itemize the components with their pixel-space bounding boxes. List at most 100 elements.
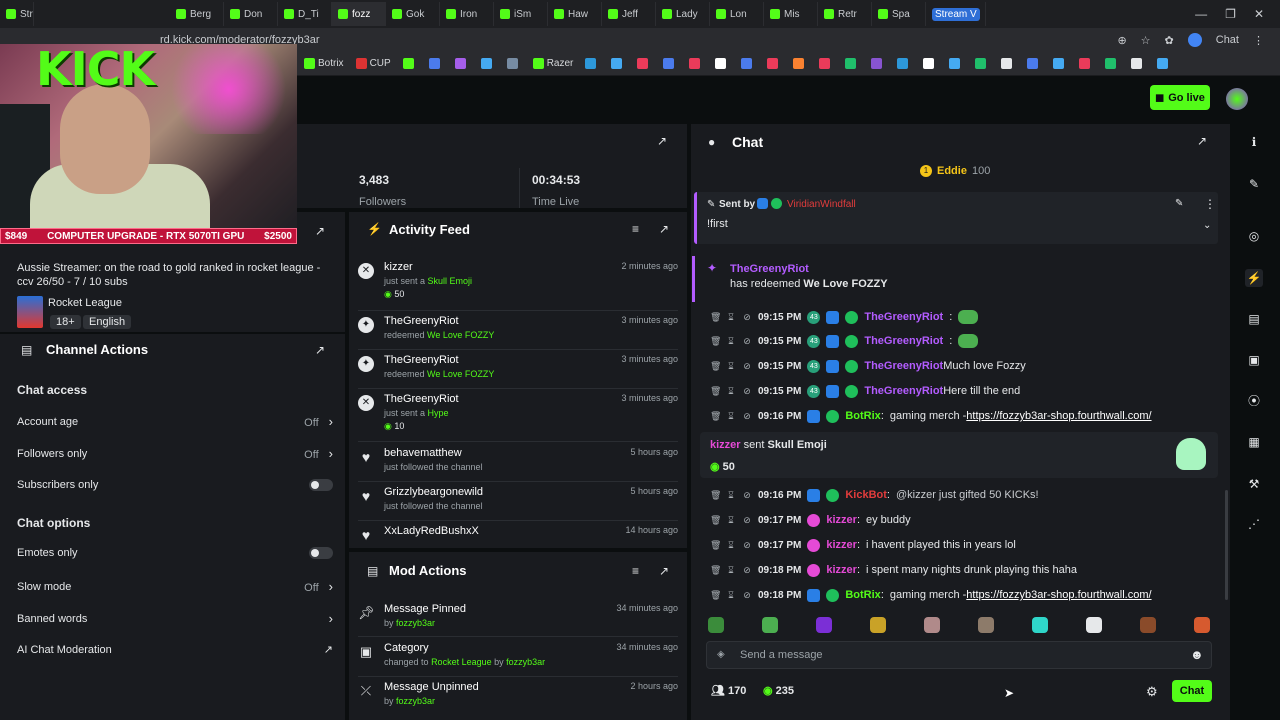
ban-icon[interactable]: ⊘ (742, 312, 752, 323)
bookmark-icon[interactable] (923, 58, 935, 69)
activity-user[interactable]: TheGreenyRiot (384, 315, 459, 327)
timeout-icon[interactable]: ⌛︎ (726, 312, 736, 323)
ban-icon[interactable]: ⊘ (742, 336, 752, 347)
delete-icon[interactable]: 🗑︎ (710, 565, 721, 576)
bookmark-icon[interactable] (715, 58, 727, 69)
timeout-icon[interactable]: ⌛︎ (726, 336, 736, 347)
emote-icon[interactable] (762, 617, 778, 633)
pinned-message[interactable]: ✎ Sent by ViridianWindfall !first ✎ ⋮ ⌄ (694, 192, 1218, 244)
bookmark-icon[interactable] (585, 58, 597, 69)
go-live-button[interactable]: ◼ Go live (1150, 85, 1210, 110)
message-user[interactable]: kizzer (826, 514, 857, 526)
message-user[interactable]: TheGreenyRiot (864, 385, 943, 397)
bookmark-icon[interactable] (819, 58, 831, 69)
delete-icon[interactable]: 🗑︎ (710, 515, 721, 526)
browser-tab[interactable]: Stream V (926, 2, 986, 26)
message-user[interactable]: kizzer (826, 564, 857, 576)
timeout-icon[interactable]: ⌛︎ (726, 361, 736, 372)
unpin-icon[interactable]: ✎ (1175, 198, 1183, 209)
emote-icon[interactable] (1194, 617, 1210, 633)
timeout-icon[interactable]: ⌛︎ (726, 386, 736, 397)
chat-input-box[interactable]: ◈ Send a message ☻ (706, 641, 1212, 669)
bookmark-icon[interactable] (480, 58, 492, 69)
bookmark-icon[interactable] (689, 58, 701, 69)
message-user[interactable]: BotRix (845, 589, 880, 601)
delete-icon[interactable]: 🗑︎ (710, 312, 721, 323)
tag-mature[interactable]: 18+ (50, 315, 81, 329)
redeem-user[interactable]: TheGreenyRiot (730, 263, 809, 275)
banned-words-row[interactable]: Banned words › (17, 611, 333, 626)
bookmark[interactable]: CUP (355, 57, 391, 69)
timeout-icon[interactable]: ⌛︎ (726, 590, 736, 601)
wrench-icon[interactable]: ⚒ (1245, 475, 1263, 493)
bookmark-icon[interactable] (1131, 58, 1143, 69)
send-chat-button[interactable]: Chat (1172, 680, 1212, 702)
bookmark-icon[interactable] (1157, 58, 1169, 69)
browser-tab[interactable]: Spa (872, 2, 926, 26)
bookmark-icon[interactable] (767, 58, 779, 69)
ban-icon[interactable]: ⊘ (742, 411, 752, 422)
message-user[interactable]: TheGreenyRiot (864, 360, 943, 372)
avatar[interactable] (1226, 88, 1248, 110)
activity-user[interactable]: behavematthew (384, 447, 462, 459)
emote-icon[interactable] (1032, 617, 1048, 633)
bookmark-icon[interactable] (1053, 58, 1065, 69)
menu-icon[interactable]: ⋮ (1253, 34, 1264, 47)
edit-icon[interactable]: ✎ (1245, 175, 1263, 193)
browser-tab[interactable]: Haw (548, 2, 602, 26)
chat-icon[interactable]: ▣ (1245, 351, 1263, 369)
followers-only-row[interactable]: Followers only Off › (17, 446, 333, 461)
browser-tab[interactable]: D_Ti (278, 2, 332, 26)
popout-icon[interactable]: ↗ (315, 224, 325, 238)
timeout-icon[interactable]: ⌛︎ (726, 565, 736, 576)
message-user[interactable]: TheGreenyRiot (864, 311, 943, 323)
ban-icon[interactable]: ⊘ (742, 540, 752, 551)
timeout-icon[interactable]: ⌛︎ (726, 540, 736, 551)
bookmark-icon[interactable] (793, 58, 805, 69)
bookmark-icon[interactable] (402, 58, 414, 69)
bookmark-icon[interactable] (1027, 58, 1039, 69)
tag-language[interactable]: English (83, 315, 132, 329)
more-icon[interactable]: ⋮ (1204, 197, 1216, 211)
popout-icon[interactable]: ↗ (657, 134, 667, 148)
filter-icon[interactable]: ≡ (632, 222, 639, 236)
message-user[interactable]: TheGreenyRiot (864, 335, 943, 347)
emote-icon[interactable] (816, 617, 832, 633)
bookmark-icon[interactable] (611, 58, 623, 69)
delete-icon[interactable]: 🗑︎ (710, 490, 721, 501)
profile-icon[interactable] (1187, 33, 1202, 47)
emoji-icon[interactable]: ☻ (1190, 647, 1204, 662)
notes-icon[interactable]: ▤ (1245, 310, 1263, 328)
emote-icon[interactable] (978, 617, 994, 633)
emote-icon[interactable] (924, 617, 940, 633)
share-icon[interactable]: ⋰ (1245, 515, 1263, 533)
camera-icon[interactable]: ◎ (1245, 227, 1263, 245)
activity-user[interactable]: TheGreenyRiot (384, 393, 459, 405)
message-user[interactable]: BotRix (845, 410, 880, 422)
message-user[interactable]: kizzer (826, 539, 857, 551)
emotes-only-toggle[interactable] (309, 547, 333, 559)
popout-icon[interactable]: ↗ (659, 564, 669, 578)
info-icon[interactable]: ℹ (1245, 133, 1263, 151)
bookmark[interactable]: Botrix (304, 57, 344, 69)
account-age-row[interactable]: Account age Off › (17, 414, 333, 429)
ban-icon[interactable]: ⊘ (742, 386, 752, 397)
pinned-user[interactable]: ViridianWindfall (787, 199, 856, 210)
bookmark-icon[interactable] (506, 58, 518, 69)
bookmark-icon[interactable] (1079, 58, 1091, 69)
subscribers-only-toggle[interactable] (309, 479, 333, 491)
browser-tab[interactable]: iSm (494, 2, 548, 26)
browser-tab[interactable]: Don (224, 2, 278, 26)
bookmark[interactable]: Razer (532, 57, 573, 69)
emote-icon[interactable] (870, 617, 886, 633)
bookmark-icon[interactable] (663, 58, 675, 69)
bookmark-icon[interactable] (454, 58, 466, 69)
restore-icon[interactable]: ❐ (1225, 7, 1236, 21)
bookmark-icon[interactable] (871, 58, 883, 69)
browser-tab[interactable]: Iron (440, 2, 494, 26)
delete-icon[interactable]: 🗑︎ (710, 336, 721, 347)
message-user[interactable]: KickBot (845, 489, 887, 501)
delete-icon[interactable]: 🗑︎ (710, 386, 721, 397)
bookmark-icon[interactable] (1001, 58, 1013, 69)
timeout-icon[interactable]: ⌛︎ (726, 490, 736, 501)
